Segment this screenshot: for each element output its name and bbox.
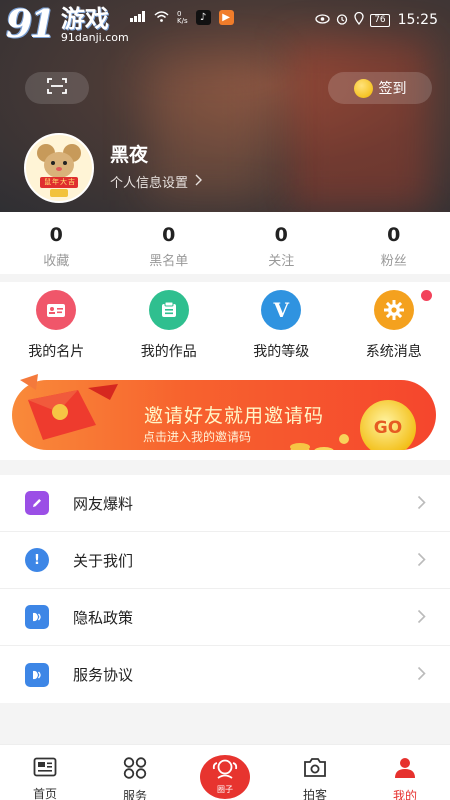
stat-following[interactable]: 0 关注	[225, 212, 338, 274]
location-icon	[354, 11, 364, 28]
nav-label: 我的	[392, 789, 417, 800]
info-icon: !	[25, 548, 49, 572]
nav-label: 拍客	[302, 788, 327, 800]
signal-icon	[130, 10, 146, 25]
nav-services[interactable]: 服务	[90, 745, 180, 800]
battery-indicator: 76	[370, 13, 390, 27]
grid-label: 我的作品	[140, 344, 197, 360]
nav-paike[interactable]: 拍客	[270, 745, 360, 800]
menu-item-user-tips[interactable]: 网友爆料	[0, 475, 450, 532]
stat-value: 0	[162, 224, 176, 246]
stats-bar: 0 收藏 0 黑名单 0 关注 0 粉丝	[0, 212, 450, 274]
chevron-right-icon	[417, 666, 426, 685]
red-envelope-icon	[20, 374, 118, 440]
chevron-right-icon	[417, 552, 426, 571]
stat-favorites[interactable]: 0 收藏	[0, 212, 113, 274]
profile-header: 91 游戏 91danji.com 0 K/s ♪ ▶ 76 15:25 签到 …	[0, 0, 450, 212]
logo-number: 91	[6, 1, 56, 46]
profile-icon	[393, 757, 417, 782]
grid-services-icon	[123, 757, 147, 782]
username: 黑夜	[110, 144, 149, 166]
stat-value: 0	[387, 224, 401, 246]
grid-label: 我的等级	[253, 344, 310, 360]
avatar[interactable]: 鼠年大吉	[24, 133, 94, 203]
stat-label: 收藏	[43, 254, 70, 269]
level-glyph: V	[273, 298, 290, 322]
stat-label: 粉丝	[380, 254, 407, 269]
chevron-right-icon	[417, 495, 426, 514]
edit-icon	[25, 491, 49, 515]
stat-blacklist[interactable]: 0 黑名单	[113, 212, 226, 274]
tiktok-icon: ♪	[195, 10, 211, 25]
menu-label: 网友爆料	[73, 494, 134, 513]
status-time: 15:25	[397, 12, 438, 28]
menu-item-privacy-policy[interactable]: 隐私政策	[0, 589, 450, 646]
menu-item-about-us[interactable]: ! 关于我们	[0, 532, 450, 589]
scan-icon	[47, 78, 67, 98]
status-bar: 91 游戏 91danji.com 0 K/s ♪ ▶ 76 15:25	[0, 0, 450, 44]
grid-label: 我的名片	[28, 344, 85, 360]
invite-banner[interactable]: 邀请好友就用邀请码 点击进入我的邀请码 GO	[12, 370, 438, 454]
logo-url: 91danji.com	[60, 31, 129, 44]
alarm-icon	[336, 13, 348, 28]
video-app-icon: ▶	[218, 10, 234, 25]
stat-value: 0	[274, 224, 288, 246]
circle-icon	[212, 759, 238, 783]
level-icon: V	[261, 290, 302, 330]
nav-label: 首页	[32, 787, 57, 800]
eye-icon	[315, 13, 330, 27]
coin-icon	[353, 78, 373, 98]
agreement-icon	[25, 662, 49, 687]
grid-label: 系统消息	[365, 344, 422, 360]
nav-home[interactable]: 首页	[0, 745, 90, 800]
privacy-icon	[25, 605, 49, 629]
nav-label: 服务	[122, 789, 147, 800]
nav-center-label: 圈子	[217, 785, 233, 794]
home-news-icon	[33, 757, 57, 780]
stat-followers[interactable]: 0 粉丝	[338, 212, 450, 274]
chevron-right-icon	[417, 609, 426, 628]
sign-in-label: 签到	[378, 81, 407, 97]
menu-label: 服务协议	[73, 666, 134, 684]
watermark-logo: 91 游戏 91danji.com	[6, 4, 129, 44]
grid-item-business-card[interactable]: 我的名片	[0, 290, 113, 361]
go-button[interactable]: GO	[360, 400, 416, 450]
profile-settings-link[interactable]: 个人信息设置	[110, 172, 203, 191]
stat-label: 关注	[268, 254, 295, 269]
net-speed: 0 K/s	[177, 9, 188, 25]
profile-settings-label: 个人信息设置	[110, 176, 189, 191]
nav-mine[interactable]: 我的	[360, 745, 450, 800]
gear-icon	[373, 290, 414, 330]
coins-decoration	[290, 434, 349, 450]
logo-text: 游戏	[60, 5, 109, 33]
grid-item-system-messages[interactable]: 系统消息	[338, 290, 450, 361]
banner-subtitle: 点击进入我的邀请码	[143, 430, 252, 444]
info-glyph: !	[34, 552, 40, 568]
menu-label: 隐私政策	[73, 608, 134, 627]
banner-title: 邀请好友就用邀请码	[144, 405, 325, 427]
scan-button[interactable]	[25, 72, 89, 104]
avatar-caption: 鼠年大吉	[44, 178, 76, 186]
stat-label: 黑名单	[149, 254, 189, 269]
grid-item-my-level[interactable]: V 我的等级	[225, 290, 338, 361]
grid-item-my-works[interactable]: 我的作品	[113, 290, 226, 361]
id-card-icon	[36, 290, 77, 330]
notification-dot	[421, 290, 432, 301]
menu-label: 关于我们	[73, 551, 134, 570]
camera-icon	[303, 757, 327, 781]
nav-circle-button[interactable]: 圈子	[197, 752, 253, 800]
settings-menu: 网友爆料 ! 关于我们 隐私政策 服务协议	[0, 475, 450, 703]
menu-item-service-agreement[interactable]: 服务协议	[0, 646, 450, 703]
sign-in-button[interactable]: 签到	[328, 72, 432, 104]
wifi-icon	[154, 10, 169, 25]
chevron-right-icon	[194, 174, 203, 190]
feature-grid: 我的名片 我的作品 V 我的等级 系统消息 邀请好友就用邀请码 点击进入我的邀请…	[0, 282, 450, 460]
stat-value: 0	[49, 224, 63, 246]
works-icon	[148, 290, 189, 330]
